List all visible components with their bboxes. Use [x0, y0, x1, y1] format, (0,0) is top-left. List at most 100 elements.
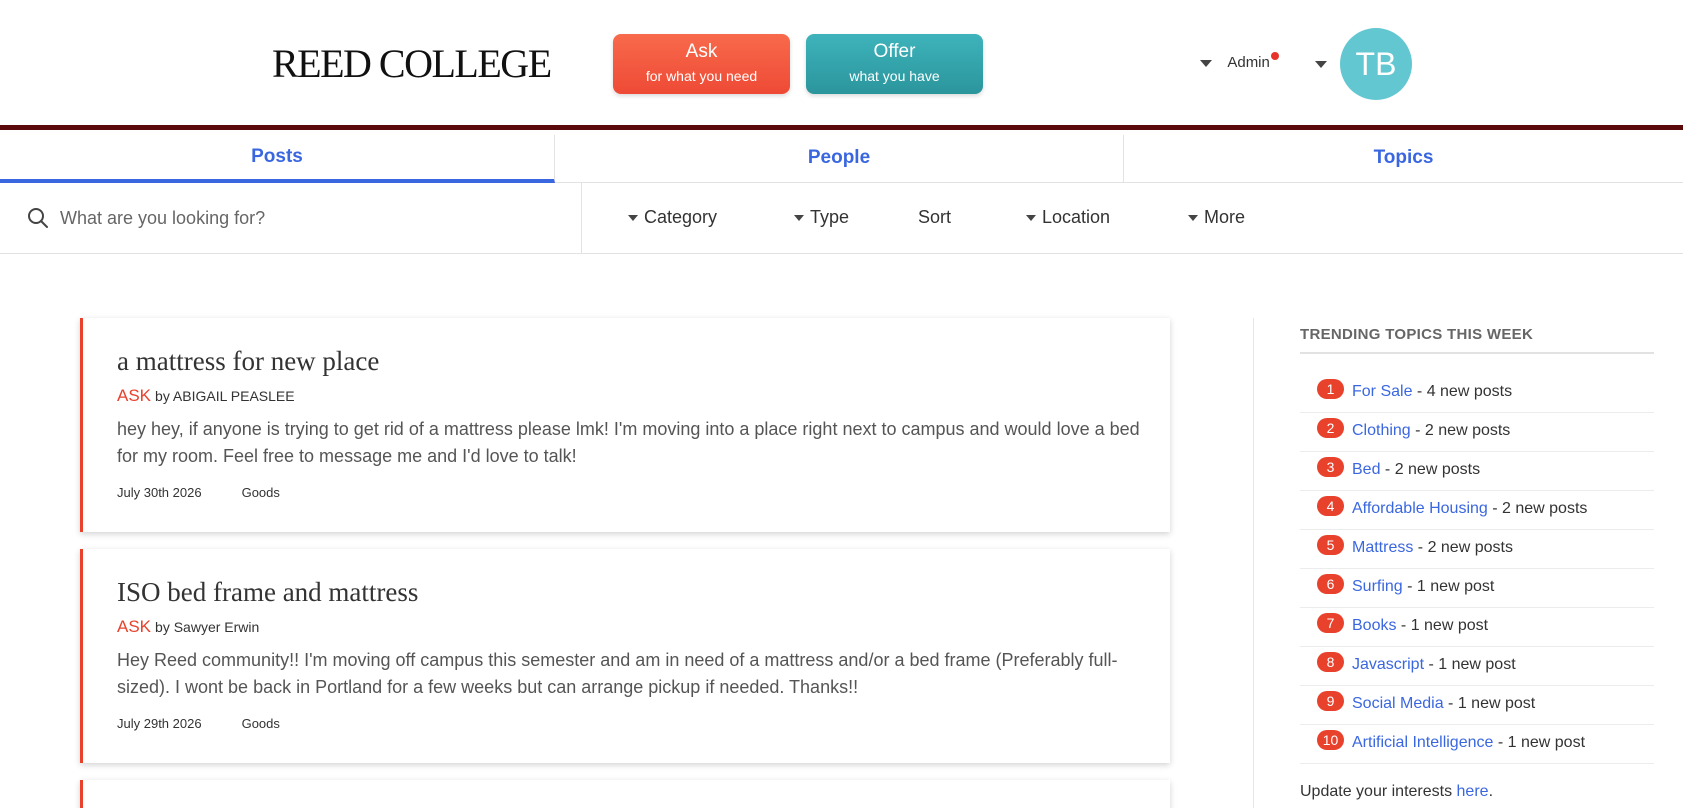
chevron-down-icon — [628, 215, 638, 222]
update-interests-text: Update your interests — [1300, 783, 1457, 800]
post-card[interactable]: ISO bed frame and mattress ASK by Sawyer … — [80, 549, 1170, 763]
post-meta: ASK by ABIGAIL PEASLEE — [117, 386, 295, 406]
ask-button-subtitle: for what you need — [645, 68, 758, 84]
filter-type[interactable]: Type — [794, 207, 849, 228]
rank-badge: 5 — [1317, 535, 1344, 555]
rank-badge: 6 — [1317, 574, 1344, 594]
filter-more-label: More — [1204, 207, 1246, 227]
filter-type-label: Type — [810, 207, 850, 227]
post-author[interactable]: by ABIGAIL PEASLEE — [155, 388, 295, 404]
tab-posts[interactable]: Posts — [0, 135, 555, 183]
search-box — [0, 183, 582, 253]
topic-count: - 1 new post — [1424, 656, 1516, 673]
list-item: 5 Mattress - 2 new posts — [1300, 530, 1654, 569]
rank-badge: 8 — [1317, 652, 1344, 672]
tab-people[interactable]: People — [555, 135, 1124, 183]
list-item: 6 Surfing - 1 new post — [1300, 569, 1654, 608]
trending-topics-title: TRENDING TOPICS THIS WEEK — [1300, 326, 1654, 354]
list-item: 3 Bed - 2 new posts — [1300, 452, 1654, 491]
list-item: 7 Books - 1 new post — [1300, 608, 1654, 647]
topic-link[interactable]: For Sale — [1352, 383, 1412, 400]
filter-bar: Category Type Sort Location More — [0, 183, 1683, 254]
topic-link[interactable]: Clothing — [1352, 422, 1411, 439]
post-meta: ASK by Sawyer Erwin — [117, 617, 259, 637]
post-kind: ASK — [117, 617, 152, 636]
list-item: 9 Social Media - 1 new post — [1300, 686, 1654, 725]
topic-link[interactable]: Javascript — [1352, 656, 1424, 673]
offer-button-title: Offer — [873, 41, 916, 62]
ask-button[interactable]: Ask for what you need — [613, 34, 790, 94]
filter-category[interactable]: Category — [628, 207, 717, 228]
update-interests-link[interactable]: here — [1457, 783, 1489, 800]
post-category[interactable]: Goods — [242, 485, 280, 500]
sidebar-divider — [1253, 318, 1254, 808]
topic-count: - 1 new post — [1493, 734, 1586, 751]
list-item: 4 Affordable Housing - 2 new posts — [1300, 491, 1654, 530]
post-date: July 30th 2026 — [117, 485, 202, 500]
topic-link[interactable]: Books — [1352, 617, 1396, 634]
chevron-down-icon — [1026, 215, 1036, 222]
rank-badge: 9 — [1317, 691, 1344, 711]
list-item: 10 Artificial Intelligence - 1 new post — [1300, 725, 1654, 764]
post-title[interactable]: ISO bed frame and mattress — [117, 577, 418, 608]
search-input[interactable] — [60, 201, 560, 235]
topic-link[interactable]: Surfing — [1352, 578, 1403, 595]
chevron-down-icon — [1188, 215, 1198, 222]
filter-sort[interactable]: Sort — [918, 207, 951, 228]
filter-location[interactable]: Location — [1026, 207, 1110, 228]
search-icon — [28, 208, 48, 228]
post-footer: July 30th 2026 Goods — [117, 485, 280, 500]
post-date: July 29th 2026 — [117, 716, 202, 731]
trending-topics-list: 1 For Sale - 4 new posts 2 Clothing - 2 ne… — [1300, 374, 1654, 764]
topic-link[interactable]: Social Media — [1352, 695, 1444, 712]
post-title[interactable]: a mattress for new place — [117, 346, 379, 377]
main-tabs: Posts People Topics — [0, 135, 1683, 183]
rank-badge: 1 — [1317, 379, 1344, 399]
post-card[interactable]: a mattress for new place ASK by ABIGAIL P… — [80, 318, 1170, 532]
admin-label: Admin — [1227, 54, 1270, 71]
list-item: 2 Clothing - 2 new posts — [1300, 413, 1654, 452]
chevron-down-icon — [1200, 59, 1212, 67]
ask-button-title: Ask — [685, 41, 718, 62]
topic-link[interactable]: Artificial Intelligence — [1352, 734, 1493, 751]
topic-count: - 1 new post — [1402, 578, 1495, 595]
topic-count: - 2 new posts — [1380, 461, 1481, 478]
site-header: REED COLLEGE Ask for what you need Offer… — [0, 0, 1683, 130]
topic-count: - 2 new posts — [1413, 539, 1513, 556]
post-kind: ASK — [117, 386, 152, 405]
topic-link[interactable]: Mattress — [1352, 539, 1413, 556]
rank-badge: 3 — [1317, 457, 1344, 477]
topic-count: - 2 new posts — [1410, 422, 1511, 439]
update-interests-suffix: . — [1488, 783, 1494, 800]
offer-button[interactable]: Offer what you have — [806, 34, 983, 94]
topic-count: - 1 new post — [1443, 695, 1536, 712]
post-footer: July 29th 2026 Goods — [117, 716, 280, 731]
filter-location-label: Location — [1042, 207, 1111, 227]
avatar-menu-chevron-down-icon[interactable] — [1315, 61, 1327, 68]
notification-dot — [1270, 52, 1279, 60]
rank-badge: 2 — [1317, 418, 1344, 438]
topic-link[interactable]: Bed — [1352, 461, 1380, 478]
topic-link[interactable]: Affordable Housing — [1352, 500, 1488, 517]
chevron-down-icon — [794, 215, 804, 222]
update-interests: Update your interests here. — [1300, 783, 1493, 801]
rank-badge: 7 — [1317, 613, 1344, 633]
list-item: 8 Javascript - 1 new post — [1300, 647, 1654, 686]
admin-menu[interactable]: Admin — [1200, 52, 1279, 71]
post-card[interactable] — [80, 780, 1170, 808]
rank-badge: 10 — [1317, 730, 1344, 750]
list-item: 1 For Sale - 4 new posts — [1300, 374, 1654, 413]
user-avatar[interactable]: TB — [1340, 28, 1412, 100]
filter-category-label: Category — [644, 207, 718, 227]
topic-count: - 2 new posts — [1487, 500, 1588, 517]
tab-topics[interactable]: Topics — [1124, 135, 1683, 183]
post-body: hey hey, if anyone is trying to get rid … — [117, 419, 1140, 466]
post-body: Hey Reed community!! I'm moving off camp… — [117, 650, 1118, 697]
filter-sort-label: Sort — [918, 207, 952, 227]
post-author[interactable]: by Sawyer Erwin — [155, 619, 259, 635]
post-category[interactable]: Goods — [242, 716, 280, 731]
reed-college-logo[interactable]: REED COLLEGE — [272, 40, 552, 87]
filter-more[interactable]: More — [1188, 207, 1245, 228]
rank-badge: 4 — [1317, 496, 1344, 516]
topic-count: - 1 new post — [1396, 617, 1489, 634]
